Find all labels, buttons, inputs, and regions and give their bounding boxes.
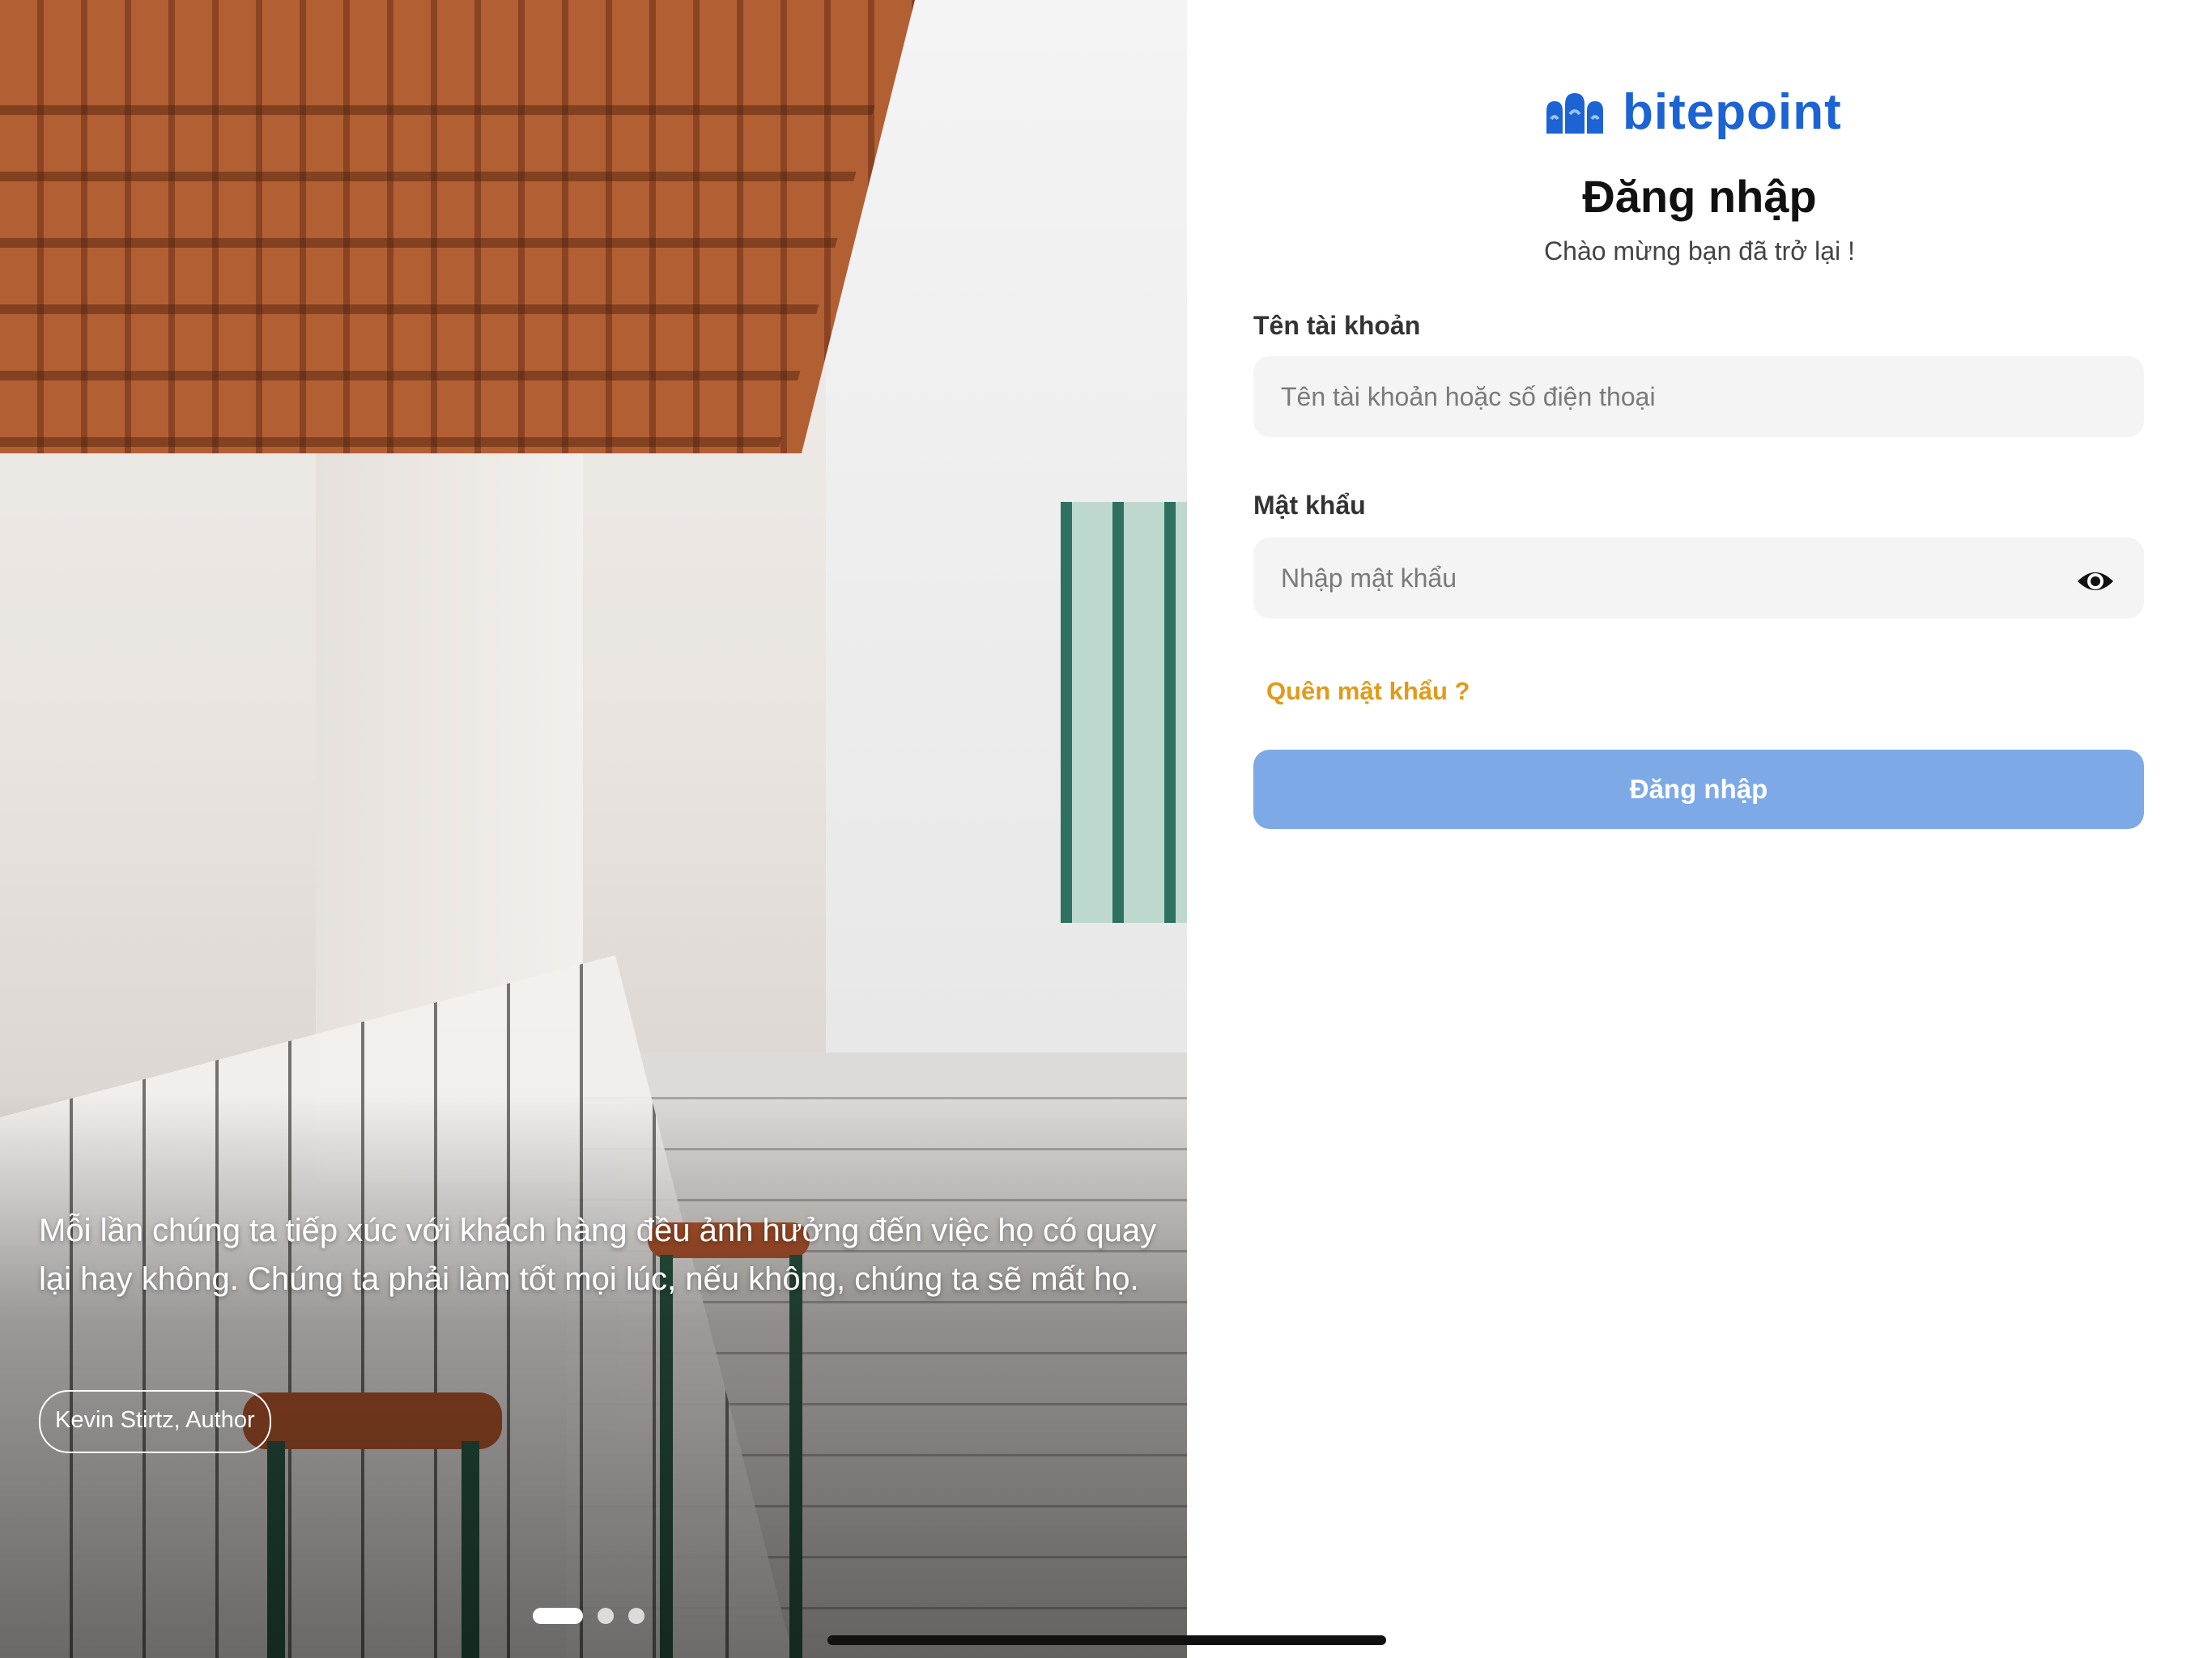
carousel-dot-active[interactable]: [533, 1608, 583, 1624]
forgot-password-link[interactable]: Quên mật khẩu ?: [1266, 677, 1470, 706]
carousel-indicator: [533, 1608, 644, 1624]
carousel-dot[interactable]: [628, 1608, 644, 1624]
bitepoint-logo-icon: [1546, 93, 1603, 134]
carousel-dot[interactable]: [598, 1608, 614, 1624]
brand-logo: bitepoint: [1543, 78, 1842, 146]
password-label: Mật khẩu: [1253, 491, 1366, 520]
brand-name: bitepoint: [1623, 83, 1842, 140]
hero-quote: Mỗi lần chúng ta tiếp xúc với khách hàng…: [39, 1213, 1157, 1297]
home-indicator[interactable]: [827, 1635, 1386, 1645]
page-title: Đăng nhập: [1582, 171, 1817, 222]
hero-panel: Mỗi lần chúng ta tiếp xúc với khách hàng…: [0, 0, 1187, 1658]
password-input[interactable]: [1253, 538, 2144, 619]
username-input[interactable]: [1253, 356, 2144, 437]
eye-icon[interactable]: [2076, 565, 2115, 597]
login-button[interactable]: Đăng nhập: [1253, 750, 2144, 829]
login-panel: bitepoint Đăng nhập Chào mừng bạn đã trở…: [1187, 0, 2212, 1658]
username-label: Tên tài khoản: [1253, 311, 1421, 340]
quote-author-badge: Kevin Stirtz, Author: [39, 1390, 271, 1453]
page-subtitle: Chào mừng bạn đã trở lại !: [1544, 236, 1855, 266]
